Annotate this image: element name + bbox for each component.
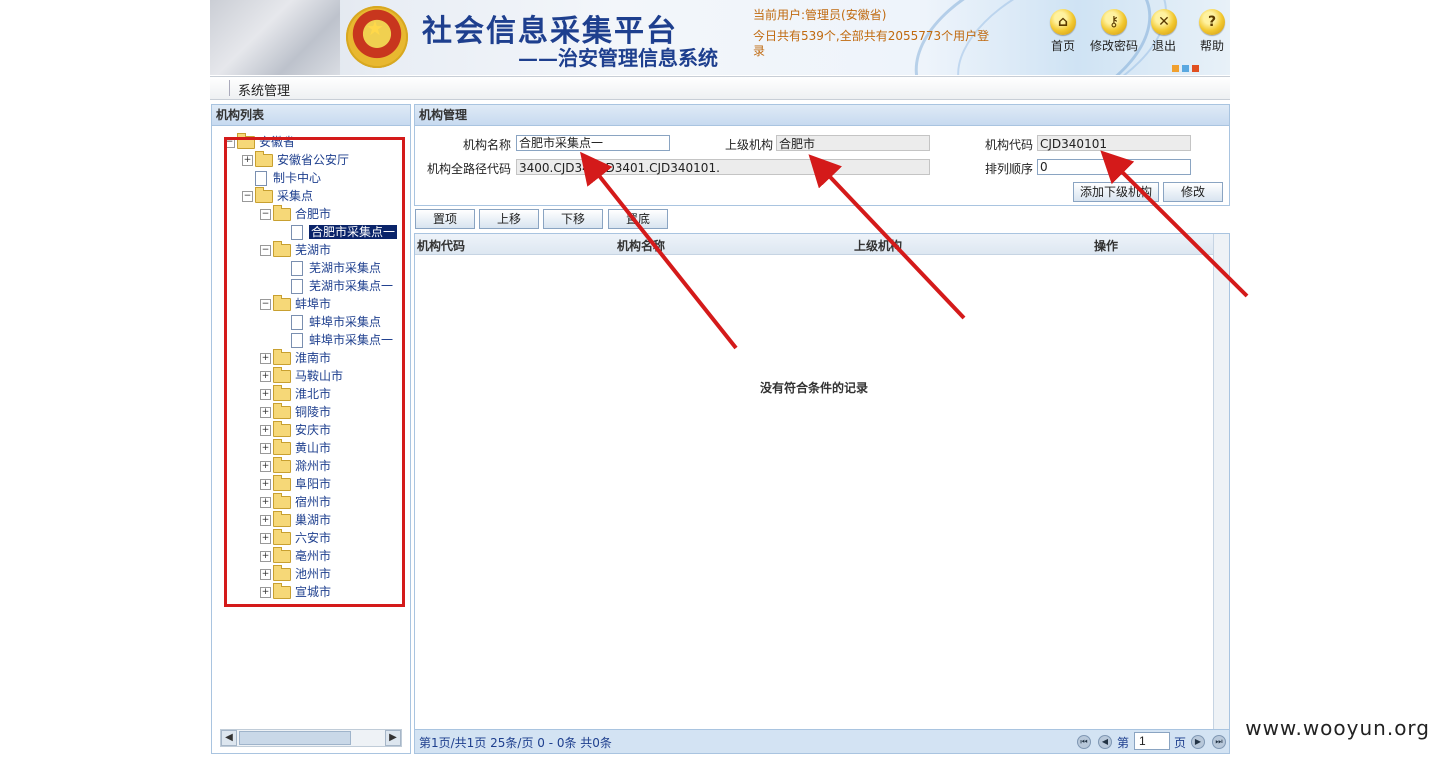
theme-red-icon[interactable]: [1192, 65, 1199, 72]
prev-page-icon[interactable]: ◀: [1098, 735, 1112, 749]
scroll-left-icon[interactable]: ◀: [221, 730, 237, 746]
org-management-panel: 机构管理 机构名称 上级机构 合肥市 机构代码 CJD340101 机构全路径代…: [414, 104, 1230, 754]
menu-separator: [229, 80, 230, 96]
add-child-org-button[interactable]: 添加下级机构: [1073, 182, 1159, 202]
parent-org-label: 上级机构: [724, 138, 773, 152]
column-header-parent[interactable]: 上级机构: [854, 237, 902, 254]
emblem-star-icon: ★: [366, 16, 384, 40]
close-icon: ✕: [1151, 9, 1177, 35]
theme-blue-icon[interactable]: [1182, 65, 1189, 72]
org-code-field: CJD340101: [1037, 135, 1191, 151]
org-name-input[interactable]: [516, 135, 670, 151]
help-icon: ?: [1199, 9, 1225, 35]
user-info: 当前用户:管理员(安徽省) 今日共有539个,全部共有2055773个用户登录: [753, 8, 998, 59]
move-up-button[interactable]: 上移: [479, 209, 539, 229]
help-button[interactable]: ? 帮助: [1187, 9, 1230, 54]
org-tree-panel: 机构列表 − 安徽省 + 安徽省公安厅 制卡中心 − 采集点 − 合肥市 合肥市采集点一 − 芜湖市芜…: [211, 104, 411, 754]
theme-orange-icon[interactable]: [1172, 65, 1179, 72]
menu-bar: 系统管理: [210, 76, 1230, 100]
app-frame: ★ 社会信息采集平台 ——治安管理信息系统 当前用户:管理员(安徽省) 今日共有…: [210, 0, 1230, 758]
table-header: 机构代码 机构名称 上级机构 操作: [415, 234, 1213, 255]
last-page-icon[interactable]: ⏭: [1212, 735, 1226, 749]
move-top-button[interactable]: 置项: [415, 209, 475, 229]
column-header-code[interactable]: 机构代码: [417, 237, 465, 254]
org-path-label: 机构全路径代码: [426, 162, 511, 176]
move-down-button[interactable]: 下移: [543, 209, 603, 229]
scroll-thumb[interactable]: [239, 731, 351, 745]
column-header-action[interactable]: 操作: [1094, 237, 1118, 254]
page-suffix: 页: [1174, 736, 1187, 750]
sort-order-input[interactable]: [1037, 159, 1191, 175]
parent-org-field: 合肥市: [776, 135, 930, 151]
table-vertical-scrollbar[interactable]: [1213, 234, 1229, 729]
org-table: 机构代码 机构名称 上级机构 操作 没有符合条件的记录 第1页/共1页 25条/…: [414, 233, 1230, 754]
key-icon: ⚷: [1101, 9, 1127, 35]
edit-button[interactable]: 修改: [1163, 182, 1223, 202]
scroll-right-icon[interactable]: ▶: [385, 730, 401, 746]
pagination-bar: 第1页/共1页 25条/页 0 - 0条 共0条 ⏮ ◀ 第 页 ▶ ⏭: [415, 729, 1229, 753]
org-name-label: 机构名称: [462, 138, 511, 152]
logout-label: 退出: [1151, 39, 1176, 53]
column-header-name[interactable]: 机构名称: [617, 237, 665, 254]
logout-button[interactable]: ✕ 退出: [1139, 9, 1189, 54]
site-subtitle: ——治安管理信息系统: [518, 46, 718, 70]
sort-order-label: 排列顺序: [984, 162, 1033, 176]
tree-horizontal-scrollbar[interactable]: ◀ ▶: [220, 729, 402, 747]
home-button-label: 首页: [1050, 39, 1075, 53]
change-password-button[interactable]: ⚷ 修改密码: [1086, 9, 1142, 54]
home-button[interactable]: ⌂ 首页: [1038, 9, 1088, 54]
menu-item-system[interactable]: 系统管理: [238, 80, 290, 99]
login-stats: 今日共有539个,全部共有2055773个用户登录: [753, 29, 990, 58]
page-prefix: 第: [1117, 736, 1130, 750]
help-label: 帮助: [1199, 39, 1224, 53]
pagination-info: 第1页/共1页 25条/页 0 - 0条 共0条: [419, 736, 612, 750]
empty-message: 没有符合条件的记录: [759, 381, 868, 395]
current-user: 当前用户:管理员(安徽省): [753, 8, 887, 22]
home-icon: ⌂: [1050, 9, 1076, 35]
org-form: 机构管理 机构名称 上级机构 合肥市 机构代码 CJD340101 机构全路径代…: [414, 104, 1230, 206]
watermark: www.wooyun.org: [1245, 716, 1430, 740]
org-tree-title: 机构列表: [212, 105, 410, 126]
org-code-label: 机构代码: [984, 138, 1033, 152]
page-number-input[interactable]: [1134, 732, 1170, 750]
annotation-box: [224, 137, 405, 607]
header-banner: ★ 社会信息采集平台 ——治安管理信息系统 当前用户:管理员(安徽省) 今日共有…: [210, 0, 1230, 75]
banner-photo: [210, 0, 340, 75]
org-form-title: 机构管理: [415, 105, 1229, 126]
next-page-icon[interactable]: ▶: [1191, 735, 1205, 749]
theme-switcher[interactable]: [1172, 61, 1202, 75]
first-page-icon[interactable]: ⏮: [1077, 735, 1091, 749]
move-bottom-button[interactable]: 置底: [608, 209, 668, 229]
org-path-field: 3400.CJD34.CJD3401.CJD340101.: [516, 159, 930, 175]
change-password-label: 修改密码: [1089, 39, 1138, 53]
